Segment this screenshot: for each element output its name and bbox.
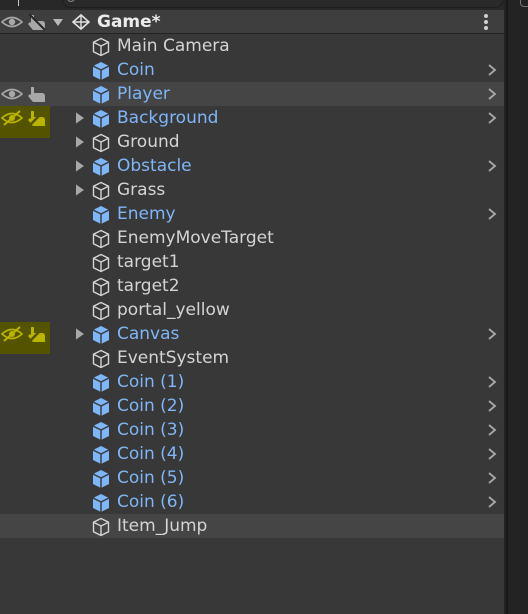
chevron-right-icon[interactable]: [485, 327, 499, 341]
hierarchy-item-label: Obstacle: [117, 156, 192, 176]
adjacent-panel-edge: [520, 0, 528, 7]
prefab-cube-icon: [92, 158, 110, 176]
hierarchy-item-background[interactable]: Background: [0, 106, 504, 138]
chevron-right-icon[interactable]: [485, 423, 499, 437]
gameobject-cube-icon: [92, 253, 110, 273]
kebab-menu-icon[interactable]: [481, 14, 491, 30]
prefab-cube-icon: [92, 374, 110, 392]
hierarchy-item-label: Canvas: [117, 324, 180, 344]
collapsed-arrow-icon[interactable]: [73, 327, 87, 341]
scene-header[interactable]: Game*: [0, 10, 504, 34]
unity-scene-icon: [71, 13, 91, 31]
collapsed-arrow-icon[interactable]: [73, 159, 87, 173]
prefab-cube-icon: [92, 446, 110, 464]
eye-hidden-icon[interactable]: [1, 110, 23, 126]
chevron-right-icon[interactable]: [485, 471, 499, 485]
chevron-right-icon[interactable]: [485, 207, 499, 221]
collapsed-arrow-icon[interactable]: [73, 111, 87, 125]
prefab-cube-icon: [92, 422, 110, 440]
gameobject-cube-icon: [92, 229, 110, 249]
gameobject-cube-icon: [92, 277, 110, 297]
hierarchy-item-coin-2[interactable]: Coin (2): [0, 394, 504, 418]
hierarchy-item-label: Coin: [117, 60, 155, 80]
chevron-right-icon[interactable]: [485, 399, 499, 413]
gameobject-cube-icon: [92, 301, 110, 321]
chevron-right-icon[interactable]: [485, 447, 499, 461]
pointer-hand-icon[interactable]: [27, 85, 47, 103]
hierarchy-item-eventsystem[interactable]: EventSystem: [0, 346, 504, 370]
hierarchy-item-target2[interactable]: target2: [0, 274, 504, 298]
toolbar: [0, 0, 528, 10]
prefab-cube-icon: [92, 206, 110, 224]
hierarchy-item-grass[interactable]: Grass: [0, 178, 504, 202]
gameobject-cube-icon: [92, 181, 110, 201]
hierarchy-item-coin[interactable]: Coin: [0, 58, 504, 82]
prefab-cube-icon: [92, 470, 110, 488]
eye-icon[interactable]: [1, 86, 23, 102]
hierarchy-item-coin-5[interactable]: Coin (5): [0, 466, 504, 490]
collapsed-arrow-icon[interactable]: [73, 183, 87, 197]
hierarchy-item-obstacle[interactable]: Obstacle: [0, 154, 504, 178]
search-input[interactable]: [62, 0, 504, 8]
collapsed-arrow-icon[interactable]: [73, 135, 87, 149]
hierarchy-item-label: Coin (5): [117, 468, 185, 488]
hierarchy-item-enemymovetarget[interactable]: EnemyMoveTarget: [0, 226, 504, 250]
hierarchy-item-label: Background: [117, 108, 219, 128]
hierarchy-item-label: Grass: [117, 180, 166, 200]
hierarchy-item-target1[interactable]: target1: [0, 250, 504, 274]
hierarchy-item-label: Ground: [117, 132, 180, 152]
panel-splitter[interactable]: [506, 0, 508, 614]
hierarchy-item-label: Item_Jump: [117, 516, 208, 536]
hierarchy-item-label: EnemyMoveTarget: [117, 228, 274, 248]
prefab-cube-icon: [92, 110, 110, 128]
hierarchy-item-label: Coin (4): [117, 444, 185, 464]
hierarchy-item-enemy[interactable]: Enemy: [0, 202, 504, 226]
eye-icon[interactable]: [1, 14, 23, 30]
hierarchy-item-label: portal_yellow: [117, 300, 230, 320]
scene-title: Game*: [97, 12, 161, 32]
gameobject-cube-icon: [92, 37, 110, 57]
gameobject-cube-icon: [92, 133, 110, 153]
chevron-right-icon[interactable]: [485, 63, 499, 77]
hierarchy-item-label: Coin (1): [117, 372, 185, 392]
hierarchy-item-label: target2: [117, 276, 180, 296]
hierarchy-item-player[interactable]: Player: [0, 82, 504, 106]
chevron-right-icon[interactable]: [485, 111, 499, 125]
create-button[interactable]: [18, 0, 19, 6]
prefab-cube-icon: [92, 62, 110, 80]
chevron-right-icon[interactable]: [485, 375, 499, 389]
chevron-right-icon[interactable]: [485, 159, 499, 173]
hierarchy-item-label: Main Camera: [117, 36, 230, 56]
hierarchy-item-main-camera[interactable]: Main Camera: [0, 34, 504, 58]
hierarchy-item-coin-4[interactable]: Coin (4): [0, 442, 504, 466]
hierarchy-item-label: Enemy: [117, 204, 176, 224]
chevron-right-icon[interactable]: [485, 87, 499, 101]
hierarchy-item-label: target1: [117, 252, 180, 272]
hierarchy-item-item-jump[interactable]: Item_Jump: [0, 514, 504, 538]
prefab-cube-icon: [92, 494, 110, 512]
chevron-right-icon[interactable]: [485, 495, 499, 509]
hierarchy-item-canvas[interactable]: Canvas: [0, 322, 504, 354]
hierarchy-item-label: Coin (2): [117, 396, 185, 416]
gameobject-cube-icon: [92, 517, 110, 537]
hierarchy-item-ground[interactable]: Ground: [0, 130, 504, 154]
hierarchy-item-label: EventSystem: [117, 348, 230, 368]
pointer-hand-icon[interactable]: [27, 13, 47, 31]
hierarchy-item-portal-yellow[interactable]: portal_yellow: [0, 298, 504, 322]
expanded-arrow-icon[interactable]: [51, 15, 65, 29]
hierarchy-item-label: Coin (6): [117, 492, 185, 512]
eye-hidden-icon[interactable]: [1, 326, 23, 342]
pointer-hand-disabled-icon[interactable]: [27, 109, 47, 127]
prefab-cube-icon: [92, 398, 110, 416]
search-icon: [67, 0, 75, 2]
prefab-cube-icon: [92, 86, 110, 104]
prefab-cube-icon: [92, 326, 110, 344]
hierarchy-item-label: Player: [117, 84, 170, 104]
pointer-hand-disabled-icon[interactable]: [27, 325, 47, 343]
gameobject-cube-icon: [92, 349, 110, 369]
hierarchy-item-coin-6[interactable]: Coin (6): [0, 490, 504, 514]
hierarchy-item-coin-3[interactable]: Coin (3): [0, 418, 504, 442]
hierarchy-item-label: Coin (3): [117, 420, 185, 440]
hierarchy-item-coin-1[interactable]: Coin (1): [0, 370, 504, 394]
